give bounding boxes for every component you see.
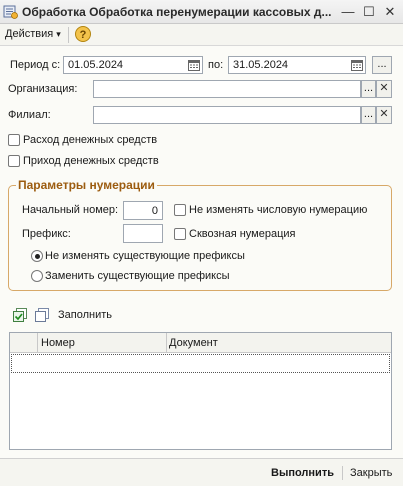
window-title: Обработка Обработка перенумерации кассов… <box>22 5 332 19</box>
start-number-value: 0 <box>151 205 158 217</box>
period-to-field[interactable]: 31.05.2024 <box>228 56 366 74</box>
expense-label[interactable]: Расход денежных средств <box>23 134 157 146</box>
organization-field[interactable] <box>93 80 361 98</box>
through-numbering-label[interactable]: Сквозная нумерация <box>189 228 296 240</box>
close-icon[interactable]: ✕ <box>382 4 398 20</box>
radio-selected-dot <box>35 254 40 259</box>
table-header-document[interactable]: Документ <box>169 337 218 349</box>
branch-label: Филиал: <box>8 109 51 121</box>
calendar-icon[interactable] <box>351 59 363 71</box>
table-row[interactable] <box>11 354 390 373</box>
period-from-value: 01.05.2024 <box>68 59 124 71</box>
uncheck-all-icon[interactable] <box>35 308 50 322</box>
keep-numeric-label[interactable]: Не изменять числовую нумерацию <box>189 204 367 216</box>
chevron-down-icon: ▾ <box>56 29 61 39</box>
income-label[interactable]: Приход денежных средств <box>23 155 159 167</box>
period-label: Период с: <box>10 59 61 71</box>
through-numbering-checkbox[interactable] <box>174 228 186 240</box>
replace-prefixes-radio[interactable] <box>31 270 43 282</box>
expense-checkbox[interactable] <box>8 134 20 146</box>
processing-app-icon <box>3 5 18 19</box>
period-to-value: 31.05.2024 <box>233 59 289 71</box>
footer-divider <box>342 466 343 480</box>
keep-numeric-checkbox[interactable] <box>174 204 186 216</box>
actions-menu-button[interactable]: Действия ▾ <box>5 28 61 40</box>
actions-label: Действия <box>5 28 54 40</box>
branch-clear-icon[interactable]: ✕ <box>376 106 392 124</box>
period-select-button[interactable]: ... <box>372 56 392 74</box>
organization-select-button[interactable]: ... <box>361 80 376 98</box>
table-header-check[interactable] <box>10 333 38 353</box>
documents-table[interactable]: Номер Документ <box>9 332 392 450</box>
period-from-field[interactable]: 01.05.2024 <box>63 56 203 74</box>
toolbar: Действия ▾ ? <box>0 24 403 46</box>
branch-select-button[interactable]: ... <box>361 106 376 124</box>
organization-label: Организация: <box>8 83 78 95</box>
table-header-number[interactable]: Номер <box>39 337 165 353</box>
fill-button[interactable]: Заполнить <box>58 309 112 321</box>
check-all-icon[interactable] <box>13 308 28 322</box>
income-checkbox[interactable] <box>8 155 20 167</box>
organization-clear-icon[interactable]: ✕ <box>376 80 392 98</box>
replace-prefixes-label[interactable]: Заменить существующие префиксы <box>45 270 230 282</box>
maximize-icon[interactable]: ☐ <box>361 4 377 20</box>
minimize-icon[interactable]: — <box>340 4 356 20</box>
close-button[interactable]: Закрыть <box>350 467 392 479</box>
numbering-group-title: Параметры нумерации <box>16 178 157 192</box>
branch-field[interactable] <box>93 106 361 124</box>
start-number-input[interactable]: 0 <box>123 201 163 220</box>
header-divider <box>166 333 167 353</box>
toolbar-divider <box>68 27 69 43</box>
start-number-label: Начальный номер: <box>22 204 119 216</box>
table-header: Номер Документ <box>10 333 391 353</box>
help-icon[interactable]: ? <box>75 26 91 42</box>
keep-prefixes-radio[interactable] <box>31 250 43 262</box>
prefix-label: Префикс: <box>22 228 71 240</box>
run-button[interactable]: Выполнить <box>271 467 334 479</box>
prefix-input[interactable] <box>123 224 163 243</box>
calendar-icon[interactable] <box>188 59 200 71</box>
title-bar: Обработка Обработка перенумерации кассов… <box>0 0 403 24</box>
footer-bar: Выполнить Закрыть <box>0 458 403 486</box>
keep-prefixes-label[interactable]: Не изменять существующие префиксы <box>45 250 245 262</box>
period-to-label: по: <box>208 59 224 71</box>
